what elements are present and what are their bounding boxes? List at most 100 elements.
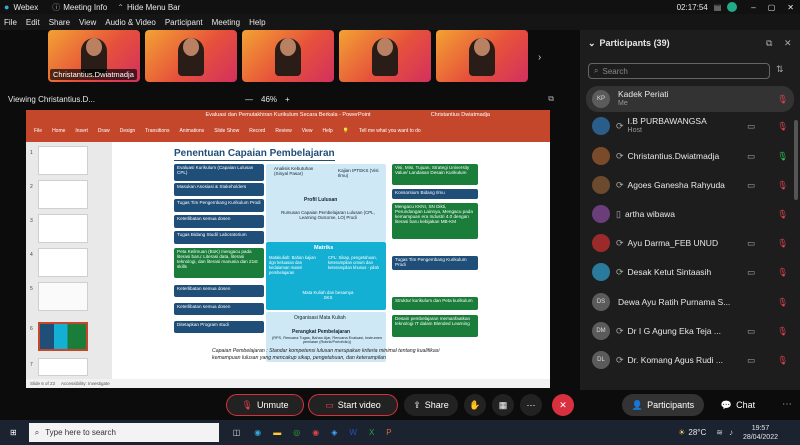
ppt-tab[interactable]: Draw bbox=[98, 128, 110, 134]
taskbar-search[interactable]: ⌕ Type here to search bbox=[28, 423, 219, 442]
minimize-icon[interactable]: – bbox=[751, 3, 755, 12]
ppt-tab[interactable]: Design bbox=[120, 128, 136, 134]
close-icon[interactable]: ✕ bbox=[784, 38, 792, 49]
edge-icon[interactable]: ◉ bbox=[254, 428, 261, 437]
mic-muted-icon[interactable]: 🎙 bbox=[777, 238, 788, 249]
participant-row[interactable]: ⟳ Ayu Darma_FEB UNUD ▭ 🎙 bbox=[586, 231, 794, 255]
slide-thumbnail[interactable] bbox=[38, 214, 88, 243]
camera-off-icon[interactable]: ▭ bbox=[747, 121, 755, 132]
slide-thumbnail[interactable] bbox=[38, 282, 88, 311]
slide-thumbnail[interactable] bbox=[38, 358, 88, 376]
avatar[interactable] bbox=[727, 2, 738, 12]
participant-row[interactable]: ▯ artha wibawa 🎙 bbox=[586, 202, 794, 226]
video-tile[interactable] bbox=[436, 30, 528, 82]
slide-thumbnail[interactable] bbox=[38, 180, 88, 209]
app-icon[interactable]: ◉ bbox=[312, 428, 319, 437]
excel-icon[interactable]: X bbox=[369, 428, 374, 437]
ppt-tab[interactable]: Slide Show bbox=[214, 128, 239, 134]
word-icon[interactable]: W bbox=[349, 428, 357, 437]
menu-meeting[interactable]: Meeting bbox=[212, 18, 240, 27]
participant-row[interactable]: DM ⟳ Dr I G Agung Eka Teja ... ▭ 🎙 bbox=[586, 319, 794, 343]
volume-icon[interactable]: ♪ bbox=[729, 428, 733, 437]
menu-help[interactable]: Help bbox=[249, 18, 265, 27]
participant-row[interactable]: ⟳ I.B PURBAWANGSA Host ▭ 🎙 bbox=[586, 114, 794, 138]
mic-muted-icon[interactable]: 🎙 bbox=[777, 267, 788, 278]
camera-icon[interactable]: ▭ bbox=[747, 355, 755, 366]
mic-muted-icon[interactable]: 🎙 bbox=[777, 355, 788, 366]
sort-icon[interactable]: ⇅ bbox=[776, 64, 784, 75]
scrollbar[interactable] bbox=[794, 120, 798, 200]
ppt-slide[interactable]: Penentuan Capaian Pembelajaran Evaluasi … bbox=[116, 142, 546, 379]
mic-muted-icon[interactable]: 🎙 bbox=[777, 180, 788, 191]
participant-row[interactable]: ⟳ Christantius.Dwiatmadja ▭ 🎙 bbox=[586, 144, 794, 168]
video-tile[interactable] bbox=[339, 30, 431, 82]
slide-thumbnail[interactable] bbox=[38, 146, 88, 175]
pop-out-icon[interactable]: ⧉ bbox=[766, 38, 772, 49]
hide-menu-bar-button[interactable]: Hide Menu Bar bbox=[127, 3, 180, 12]
participant-row[interactable]: ⟳ Agoes Ganesha Rahyuda ▭ 🎙 bbox=[586, 173, 794, 197]
ppt-tab[interactable]: Transitions bbox=[145, 128, 169, 134]
more-button[interactable]: ⋯ bbox=[520, 394, 542, 416]
ppt-tab[interactable]: Review bbox=[275, 128, 291, 134]
ppt-tab[interactable]: File bbox=[34, 128, 42, 134]
weather-icon[interactable]: ☀ bbox=[678, 428, 685, 437]
taskbar-clock[interactable]: 19:57 28/04/2022 bbox=[743, 424, 778, 442]
participant-row[interactable]: DS Dewa Ayu Ratih Purnama S... 🎙 bbox=[586, 290, 794, 314]
participants-button[interactable]: 👤 Participants bbox=[622, 394, 704, 416]
chat-button[interactable]: 💬 Chat bbox=[712, 394, 764, 416]
more-options-button[interactable]: ▦ bbox=[492, 394, 514, 416]
slide-thumbnail[interactable] bbox=[38, 248, 88, 277]
participant-row[interactable]: ⟳ Desak Ketut Sintaasih ▭ 🎙 bbox=[586, 260, 794, 284]
camera-icon[interactable]: ▭ bbox=[747, 151, 755, 162]
slide-thumbnail-selected[interactable] bbox=[38, 322, 88, 351]
folder-icon[interactable]: ▬ bbox=[273, 428, 281, 437]
task-view-icon[interactable]: ◫ bbox=[233, 428, 241, 437]
chevron-up-icon[interactable]: ⌃ bbox=[117, 3, 124, 12]
ppt-tab[interactable]: Home bbox=[52, 128, 65, 134]
menu-share[interactable]: Share bbox=[49, 18, 70, 27]
tell-me-input[interactable]: Tell me what you want to do bbox=[359, 128, 421, 134]
chevron-right-icon[interactable]: › bbox=[538, 52, 541, 63]
accessibility-status[interactable]: Accessibility: Investigate bbox=[61, 381, 110, 386]
mic-muted-icon[interactable]: 🎙 bbox=[777, 326, 788, 337]
ppt-tab[interactable]: View bbox=[302, 128, 313, 134]
menu-file[interactable]: File bbox=[4, 18, 17, 27]
powerpoint-icon[interactable]: P bbox=[386, 428, 391, 437]
video-tile[interactable]: Christantius.Dwiatmadja bbox=[48, 30, 140, 82]
pop-out-icon[interactable]: ⧉ bbox=[548, 94, 554, 104]
participant-row[interactable]: KP Kadek Periati Me 🎙 bbox=[586, 86, 794, 112]
camera-icon[interactable]: ▭ bbox=[747, 238, 755, 249]
camera-icon[interactable]: ▭ bbox=[747, 180, 755, 191]
close-icon[interactable]: ✕ bbox=[787, 3, 794, 12]
share-button[interactable]: ⇪ Share bbox=[404, 394, 458, 416]
leave-button[interactable]: ✕ bbox=[552, 394, 574, 416]
chevron-down-icon[interactable]: ⌄ bbox=[588, 38, 596, 49]
mic-icon[interactable]: 🎙 bbox=[777, 151, 788, 162]
webex-icon[interactable]: ◈ bbox=[331, 428, 337, 437]
shared-screen[interactable]: Evaluasi dan Pemutakhiran Kurikulum Seca… bbox=[26, 110, 550, 388]
more-icon[interactable]: ⋯ bbox=[782, 399, 792, 410]
zoom-out-button[interactable]: — bbox=[245, 95, 253, 104]
menu-audio-video[interactable]: Audio & Video bbox=[105, 18, 156, 27]
video-tile[interactable] bbox=[242, 30, 334, 82]
unmute-button[interactable]: 🎙 Unmute bbox=[226, 394, 304, 416]
ppt-tab[interactable]: Animations bbox=[179, 128, 204, 134]
participant-row[interactable]: DL ⟳ Dr. Komang Agus Rudi ... ▭ 🎙 bbox=[586, 348, 794, 372]
camera-icon[interactable]: ▭ bbox=[747, 326, 755, 337]
ppt-tab[interactable]: Record bbox=[249, 128, 265, 134]
zoom-in-button[interactable]: + bbox=[285, 95, 290, 104]
ppt-tab[interactable]: Help bbox=[322, 128, 332, 134]
wifi-icon[interactable]: ≋ bbox=[716, 428, 723, 437]
windows-start-icon[interactable]: ⊞ bbox=[10, 428, 17, 437]
reactions-button[interactable]: ✋ bbox=[464, 394, 486, 416]
mic-muted-icon[interactable]: 🎙 bbox=[777, 94, 788, 105]
zoom-level[interactable]: 46% bbox=[261, 95, 277, 104]
start-video-button[interactable]: ▭ Start video bbox=[308, 394, 398, 416]
layout-icon[interactable]: ▤ bbox=[714, 3, 722, 12]
video-tile[interactable] bbox=[145, 30, 237, 82]
menu-view[interactable]: View bbox=[79, 18, 96, 27]
ppt-tab[interactable]: Insert bbox=[75, 128, 88, 134]
mic-muted-icon[interactable]: 🎙 bbox=[777, 121, 788, 132]
maximize-icon[interactable]: ▢ bbox=[768, 3, 776, 12]
meeting-info-button[interactable]: Meeting Info bbox=[63, 3, 107, 12]
